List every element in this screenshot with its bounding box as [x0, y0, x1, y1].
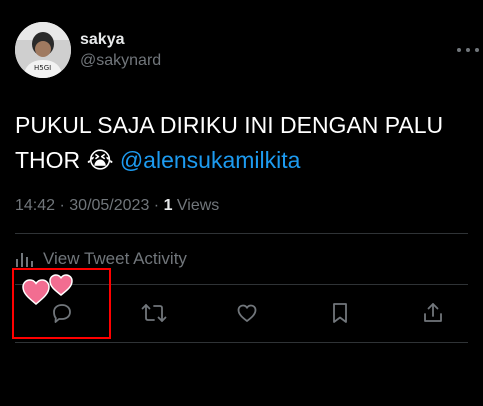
view-tweet-activity-link[interactable]: View Tweet Activity: [15, 249, 187, 269]
tweet-author-avatar[interactable]: H5GI: [15, 22, 71, 78]
divider: [15, 233, 468, 234]
meta-separator: ·: [149, 197, 164, 214]
author-name[interactable]: sakya: [80, 31, 125, 49]
meta-separator: ·: [55, 197, 70, 214]
bookmark-button[interactable]: [325, 298, 355, 328]
tweet-time[interactable]: 14:42: [15, 197, 55, 214]
retweet-icon: [141, 304, 167, 322]
divider: [15, 342, 468, 343]
reply-highlight-box: [12, 268, 111, 339]
crying-emoji: 😭: [86, 147, 114, 173]
tweet-meta: 14:42 · 30/05/2023 · 1 Views: [15, 197, 219, 215]
share-icon: [424, 303, 442, 322]
more-options-icon[interactable]: [456, 44, 480, 56]
retweet-button[interactable]: [139, 298, 169, 328]
analytics-icon: [16, 253, 33, 267]
like-button[interactable]: [232, 298, 262, 328]
views-label: Views: [172, 197, 220, 214]
like-icon: [237, 304, 257, 322]
tweet-date[interactable]: 30/05/2023: [69, 197, 149, 214]
author-handle[interactable]: @sakynard: [80, 52, 161, 70]
view-tweet-activity-label: View Tweet Activity: [43, 249, 187, 268]
svg-text:H5GI: H5GI: [34, 64, 51, 72]
share-button[interactable]: [418, 298, 448, 328]
mention-link[interactable]: @alensukamilkita: [120, 147, 301, 173]
bookmark-icon: [333, 303, 347, 323]
tweet-text: PUKUL SAJA DIRIKU INI DENGAN PALU THOR 😭…: [15, 108, 475, 178]
avatar-photo: H5GI: [15, 22, 71, 78]
